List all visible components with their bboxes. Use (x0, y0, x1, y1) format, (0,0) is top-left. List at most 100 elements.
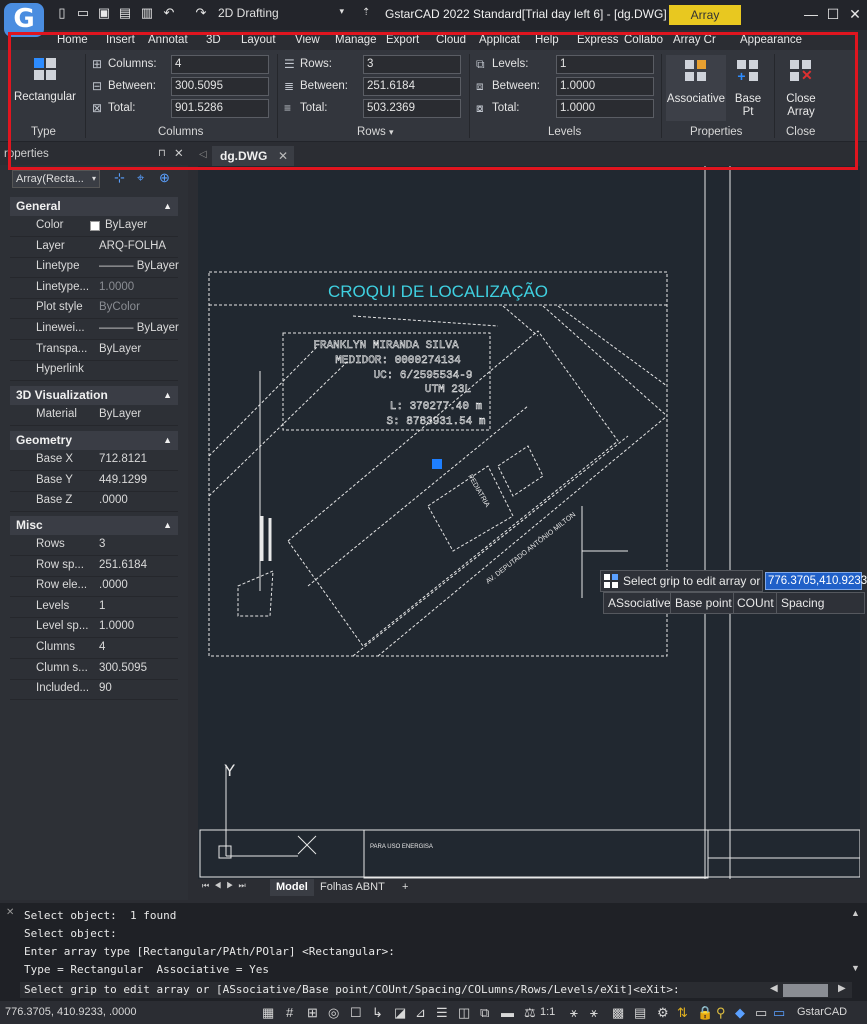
new-file-icon[interactable]: ▯ (55, 6, 69, 20)
quick-properties-icon[interactable]: ▩ (612, 1005, 624, 1021)
workspace-dropdown[interactable]: 2D Drafting ▾ (218, 6, 344, 22)
option-spacing[interactable]: Spacing (781, 596, 824, 610)
close-array-button[interactable]: ✕ Close Array (780, 55, 822, 119)
property-value[interactable]: ByLayer (99, 408, 187, 420)
3d-osnap-icon[interactable]: ↳ (372, 1005, 383, 1021)
lineweight-icon[interactable]: ☰ (436, 1005, 448, 1021)
property-row-general-0[interactable]: Color ByLayer (10, 216, 178, 237)
selection-cycling-icon[interactable]: ▬ (501, 1005, 514, 1020)
property-row-misc-2[interactable]: Row ele... .0000 (10, 576, 178, 598)
columns-between-field[interactable]: 300.5095 (171, 77, 269, 96)
quick-select-icon[interactable]: ⊹ (114, 170, 125, 186)
dynamic-input-icon[interactable]: ▤ (634, 1005, 646, 1021)
option-base-point[interactable]: Base point (675, 596, 732, 610)
customization-icon[interactable]: ▭ (773, 1005, 785, 1021)
property-value[interactable]: 1.0000 (99, 620, 187, 632)
save-icon[interactable]: ▣ (97, 6, 111, 20)
property-value[interactable]: ByLayer (105, 219, 193, 231)
columns-count-field[interactable]: 4 (171, 55, 269, 74)
scroll-up-icon[interactable]: ▲ (851, 908, 860, 918)
lock-icon[interactable]: 🔒 (697, 1005, 713, 1021)
horizontal-scrollbar[interactable] (783, 984, 828, 997)
property-row-general-7[interactable]: Hyperlink (10, 360, 178, 382)
option-associative[interactable]: ASsociative (608, 596, 671, 610)
property-value[interactable]: ——— ByLayer (99, 322, 187, 334)
tab-export[interactable]: Export (386, 32, 419, 48)
print-icon[interactable]: ▥ (140, 6, 154, 20)
property-value[interactable]: 3 (99, 538, 187, 550)
property-value[interactable]: 1 (99, 600, 187, 612)
app-logo[interactable]: G (4, 3, 44, 37)
property-row-geometry-2[interactable]: Base Z .0000 (10, 491, 178, 513)
document-tab-dg[interactable]: dg.DWG ✕ (212, 146, 294, 166)
property-row-misc-4[interactable]: Level sp... 1.0000 (10, 617, 178, 639)
section-3d-visualization[interactable]: 3D Visualization ▲ (10, 386, 178, 405)
property-value[interactable]: ARQ-FOLHA (99, 240, 187, 252)
property-row-geometry-1[interactable]: Base Y 449.1299 (10, 471, 178, 492)
tab-help[interactable]: Help (535, 32, 559, 48)
property-value[interactable]: ——— ByLayer (99, 260, 187, 272)
tab-annotate[interactable]: Annotat (148, 32, 188, 48)
save-as-icon[interactable]: ▤ (118, 6, 132, 20)
tab-express[interactable]: Express (577, 32, 619, 48)
drawing-canvas[interactable]: CROQUI DE LOCALIZAÇÃO FRANKLYN MIRANDA S… (198, 166, 861, 879)
levels-total-field[interactable]: 1.0000 (556, 99, 654, 118)
property-row-misc-3[interactable]: Levels 1 (10, 597, 178, 618)
close-command-icon[interactable]: ✕ (6, 907, 14, 918)
layer-icon[interactable]: ⧉ (480, 1005, 489, 1021)
property-row-misc-1[interactable]: Row sp... 251.6184 (10, 556, 178, 577)
property-value[interactable]: 300.5095 (99, 662, 187, 674)
annotation-autoscale-icon[interactable]: ⚹ (590, 1005, 598, 1021)
property-row-general-3[interactable]: Linetype... 1.0000 (10, 278, 178, 299)
tab-model[interactable]: Model (270, 879, 314, 896)
select-objects-icon[interactable]: ⌖ (137, 170, 144, 186)
property-row-general-1[interactable]: Layer ARQ-FOLHA (10, 237, 178, 258)
tab-manage[interactable]: Manage (335, 32, 377, 48)
new-layout-tab[interactable]: + (402, 879, 408, 896)
columns-total-field[interactable]: 901.5286 (171, 99, 269, 118)
polar-icon[interactable]: ◎ (328, 1005, 339, 1021)
property-row-general-2[interactable]: Linetype ——— ByLayer (10, 257, 179, 279)
tab-folhas-abnt[interactable]: Folhas ABNT (320, 879, 385, 896)
property-value[interactable]: .0000 (99, 579, 187, 591)
settings-icon[interactable]: ⚙ (657, 1005, 669, 1021)
property-value[interactable]: 90 (99, 682, 187, 694)
maximize-icon[interactable]: ☐ (823, 6, 843, 22)
group-title-rows[interactable]: Rows ▾ (357, 126, 394, 138)
array-grip[interactable] (432, 459, 442, 469)
hardware-accel-icon[interactable]: ⚲ (716, 1005, 726, 1021)
property-value[interactable]: .0000 (99, 494, 187, 506)
property-value[interactable]: ByColor (99, 301, 187, 313)
property-row-general-6[interactable]: Transpa... ByLayer (10, 340, 178, 361)
section-misc[interactable]: Misc ▲ (10, 516, 178, 535)
section-general[interactable]: General ▲ (10, 197, 178, 216)
tab-view[interactable]: View (295, 32, 320, 48)
osnap-icon[interactable]: ☐ (350, 1005, 362, 1021)
tab-applications[interactable]: Applicat (479, 32, 520, 48)
annotation-visibility-icon[interactable]: ⚹ (570, 1005, 578, 1021)
levels-between-field[interactable]: 1.0000 (556, 77, 654, 96)
grid-icon[interactable]: # (286, 1005, 293, 1020)
close-panel-icon[interactable]: ✕ (174, 143, 184, 165)
property-value[interactable]: 449.1299 (99, 474, 187, 486)
property-row-general-4[interactable]: Plot style ByColor (10, 298, 178, 320)
rows-total-field[interactable]: 503.2369 (363, 99, 461, 118)
isolate-icon[interactable]: ◆ (735, 1005, 745, 1021)
close-tab-icon[interactable]: ✕ (278, 146, 288, 166)
property-value[interactable]: 4 (99, 641, 187, 653)
property-row-misc-0[interactable]: Rows 3 (10, 535, 178, 556)
snap-icon[interactable]: ⊞ (307, 1005, 318, 1021)
coordinate-input[interactable]: 776.3705,410.9233 (765, 572, 867, 590)
property-row-geometry-0[interactable]: Base X 712.8121 (10, 450, 178, 471)
tab-insert[interactable]: Insert (106, 32, 135, 48)
property-row-misc-7[interactable]: Included... 90 (10, 679, 178, 701)
array-creation-context-tab[interactable]: Array Creation (669, 5, 741, 42)
property-row-vis3d-0[interactable]: Material ByLayer (10, 405, 178, 426)
tab-scroll-left-icon[interactable]: ◁ (199, 149, 207, 160)
annotation-scale-icon[interactable]: ⚖ (524, 1005, 536, 1021)
menu-arrow-icon[interactable]: ⇡ (362, 7, 370, 18)
levels-count-field[interactable]: 1 (556, 55, 654, 74)
property-value[interactable]: ByLayer (99, 343, 187, 355)
property-value[interactable]: 712.8121 (99, 453, 187, 465)
property-value[interactable]: 251.6184 (99, 559, 187, 571)
